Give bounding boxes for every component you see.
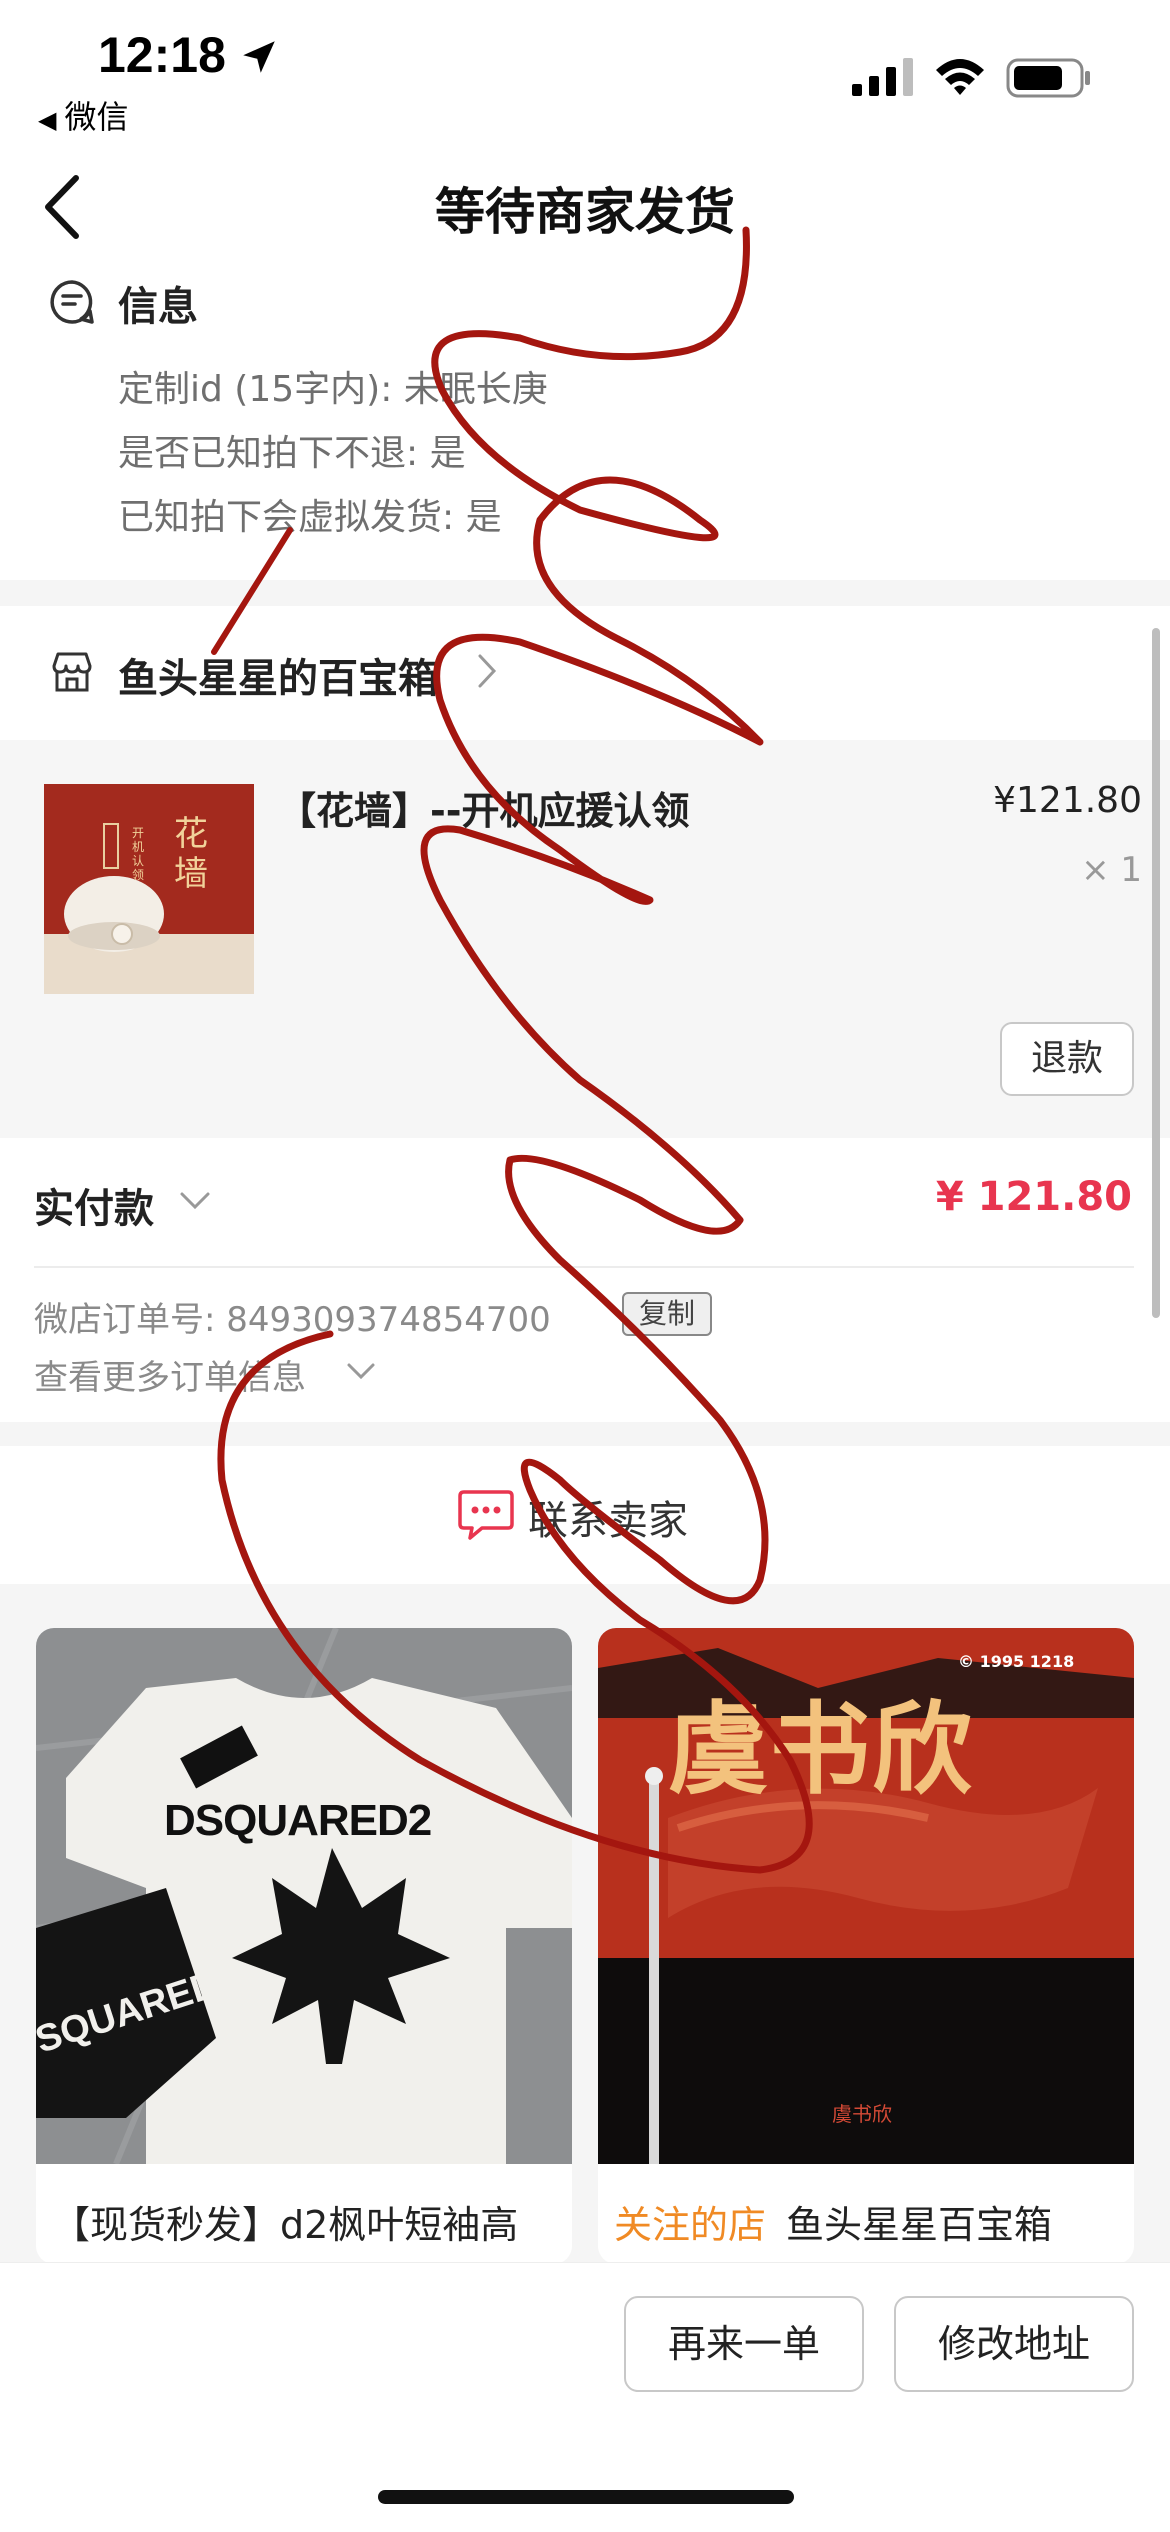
recommendation-card[interactable]: DSQUARED2 SQUARED2 【现货秒发】d2枫叶短袖高 (36, 1628, 572, 2264)
cellular-signal-icon (852, 58, 913, 96)
back-triangle-icon: ◀ (38, 106, 57, 134)
chevron-right-icon (478, 654, 497, 688)
info-section-title: 信息 (118, 284, 198, 330)
paid-amount-value: ¥ 121.80 (935, 1174, 1132, 1220)
order-number: 微店订单号: 849309374854700 (34, 1300, 551, 1340)
poster-small-text: © 1995 1218 (958, 1652, 1075, 1671)
divider (34, 1266, 1134, 1268)
section-divider (0, 1422, 1170, 1446)
product-thumbnail[interactable]: 花墙 开机认领 (44, 784, 254, 994)
edit-address-button[interactable]: 修改地址 (894, 2296, 1134, 2392)
chat-bubble-icon (458, 1490, 514, 1540)
product-thumbnail-subtitle: 开机认领 (132, 826, 145, 882)
tshirt-brand-text: DSQUARED2 (164, 1796, 432, 1845)
paid-amount-label[interactable]: 实付款 (34, 1176, 154, 1234)
more-order-info-link[interactable]: 查看更多订单信息 (34, 1350, 306, 1399)
chevron-down-icon[interactable] (346, 1362, 376, 1382)
info-line-custom-id: 定制id (15字内): 未眠长庚 (118, 369, 548, 410)
recommendation-title: 鱼头星星百宝箱 (786, 2203, 1053, 2247)
wifi-icon (936, 59, 984, 95)
note-icon (50, 280, 94, 324)
poster-title: 虞书欣 (668, 1690, 974, 1808)
home-indicator (378, 2490, 794, 2504)
battery-icon (1006, 58, 1090, 98)
recommendation-image: 虞书欣 © 1995 1218 虞书欣 (598, 1628, 1134, 2164)
followed-store-tag: 关注的店 (614, 2203, 767, 2247)
status-time: 12:18 (98, 27, 226, 83)
product-price: ¥121.80 (993, 780, 1142, 821)
recommendation-title: 【现货秒发】d2枫叶短袖高 (52, 2203, 519, 2247)
product-thumbnail-art (44, 784, 254, 994)
product-card[interactable]: 花墙 开机认领 【花墙】--开机应援认领 ¥121.80 × 1 退款 (0, 740, 1170, 1138)
back-to-app-link[interactable]: ◀ 微信 (38, 92, 128, 138)
copy-order-number-button[interactable]: 复制 (622, 1292, 712, 1336)
product-title: 【花墙】--开机应援认领 (278, 789, 690, 833)
shop-name: 鱼头星星的百宝箱 (118, 656, 438, 702)
chevron-down-icon[interactable] (178, 1190, 212, 1212)
location-arrow-icon (243, 41, 275, 73)
back-app-label: 微信 (64, 98, 129, 136)
recommendation-title-row: 关注的店 鱼头星星百宝箱 (614, 2194, 1052, 2249)
poster-caption: 虞书欣 (832, 2102, 892, 2126)
reorder-button[interactable]: 再来一单 (624, 2296, 864, 2392)
product-thumbnail-title: 花墙 (174, 814, 208, 894)
tshirt-product-art (36, 1628, 572, 2164)
scrollbar[interactable] (1152, 628, 1160, 1318)
recommendation-card[interactable]: 虞书欣 © 1995 1218 虞书欣 关注的店 鱼头星星百宝箱 (598, 1628, 1134, 2264)
refund-button[interactable]: 退款 (1000, 1022, 1134, 1096)
contact-seller-label: 联系卖家 (528, 1498, 688, 1544)
status-bar: 12:18 ◀ 微信 (0, 0, 1170, 140)
info-line-virtual-shipping: 已知拍下会虚拟发货: 是 (118, 497, 502, 538)
section-divider (0, 580, 1170, 606)
info-line-no-refund: 是否已知拍下不退: 是 (118, 433, 466, 474)
recommendation-image: DSQUARED2 SQUARED2 (36, 1628, 572, 2164)
page-title: 等待商家发货 (435, 183, 735, 241)
product-quantity: × 1 (1081, 850, 1142, 890)
store-icon (52, 652, 92, 692)
